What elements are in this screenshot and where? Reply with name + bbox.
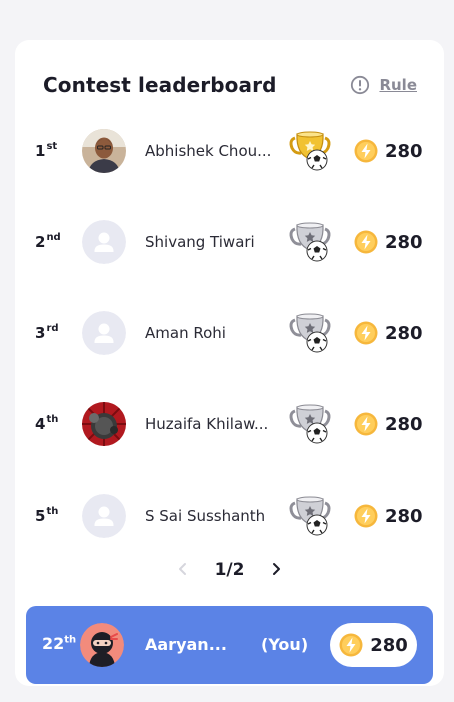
avatar-placeholder-icon — [82, 494, 126, 538]
score: 280 — [354, 504, 423, 528]
leaderboard-row[interactable]: 1st Abhishek Chou... 280 — [15, 121, 444, 181]
player-name: Shivang Tiwari — [145, 233, 255, 251]
score-value: 280 — [385, 140, 423, 162]
pagination: 1/2 — [15, 560, 444, 580]
score: 280 — [354, 412, 423, 436]
page-indicator: 1/2 — [214, 560, 245, 580]
rank-label: 2nd — [35, 232, 61, 251]
lightning-icon — [354, 504, 378, 528]
leaderboard-row[interactable]: 5th S Sai Susshanth 280 — [15, 486, 444, 546]
leaderboard-card: Contest leaderboard Rule 1st Abhishek Ch… — [15, 40, 444, 686]
rank-label: 3rd — [35, 323, 59, 342]
leaderboard-row[interactable]: 4th Huzaifa Khilaw... 280 — [15, 394, 444, 454]
lightning-icon — [354, 321, 378, 345]
leaderboard-header: Contest leaderboard Rule — [43, 70, 417, 100]
score-value: 280 — [385, 413, 423, 435]
rank-label: 22th — [42, 634, 77, 653]
next-page-button[interactable] — [266, 560, 286, 580]
player-name: Abhishek Chou... — [145, 142, 272, 160]
player-name: S Sai Susshanth — [145, 507, 266, 525]
score-value: 280 — [370, 634, 408, 656]
player-name: Aaryan... — [145, 635, 227, 654]
rank-label: 5th — [35, 506, 59, 525]
avatar-placeholder-icon — [82, 220, 126, 264]
rule-link[interactable]: Rule — [350, 75, 417, 95]
silver-trophy-icon — [287, 401, 333, 447]
you-tag: (You) — [261, 635, 309, 654]
leaderboard-row[interactable]: 3rd Aman Rohi 280 — [15, 303, 444, 363]
gold-trophy-icon — [287, 128, 333, 174]
leaderboard-row[interactable]: 2nd Shivang Tiwari 280 — [15, 212, 444, 272]
avatar — [80, 623, 124, 667]
silver-trophy-icon — [287, 310, 333, 356]
score: 280 — [354, 230, 423, 254]
avatar-placeholder-icon — [82, 311, 126, 355]
previous-page-button[interactable] — [173, 560, 193, 580]
score-value: 280 — [385, 322, 423, 344]
silver-trophy-icon — [287, 219, 333, 265]
silver-trophy-icon — [287, 493, 333, 539]
score: 280 — [330, 623, 417, 667]
avatar — [82, 129, 126, 173]
lightning-icon — [354, 139, 378, 163]
lightning-icon — [354, 230, 378, 254]
page-title: Contest leaderboard — [43, 73, 277, 97]
rule-label: Rule — [379, 76, 417, 94]
chevron-left-icon — [177, 561, 189, 580]
lightning-icon — [339, 633, 363, 657]
player-name: Aman Rohi — [145, 324, 226, 342]
score-value: 280 — [385, 505, 423, 527]
info-icon — [350, 75, 370, 95]
rank-label: 4th — [35, 414, 59, 433]
score: 280 — [354, 139, 423, 163]
current-user-row[interactable]: 22th Aaryan... (You) 280 — [26, 606, 433, 684]
score-value: 280 — [385, 231, 423, 253]
chevron-right-icon — [270, 561, 282, 580]
rank-label: 1st — [35, 141, 58, 160]
player-name: Huzaifa Khilaw... — [145, 415, 269, 433]
lightning-icon — [354, 412, 378, 436]
avatar — [82, 402, 126, 446]
score: 280 — [354, 321, 423, 345]
